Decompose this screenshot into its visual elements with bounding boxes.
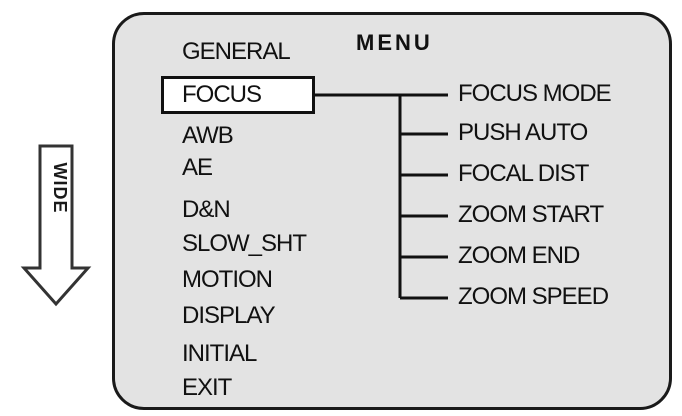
- submenu-item-zoom-speed[interactable]: ZOOM SPEED: [458, 283, 609, 311]
- submenu-item-focal-dist[interactable]: FOCAL DIST: [458, 160, 589, 188]
- submenu-item-zoom-start[interactable]: ZOOM START: [458, 201, 604, 229]
- submenu-item-zoom-end[interactable]: ZOOM END: [458, 242, 580, 270]
- submenu-item-focus-mode[interactable]: FOCUS MODE: [458, 80, 612, 108]
- submenu-item-push-auto[interactable]: PUSH AUTO: [458, 119, 588, 147]
